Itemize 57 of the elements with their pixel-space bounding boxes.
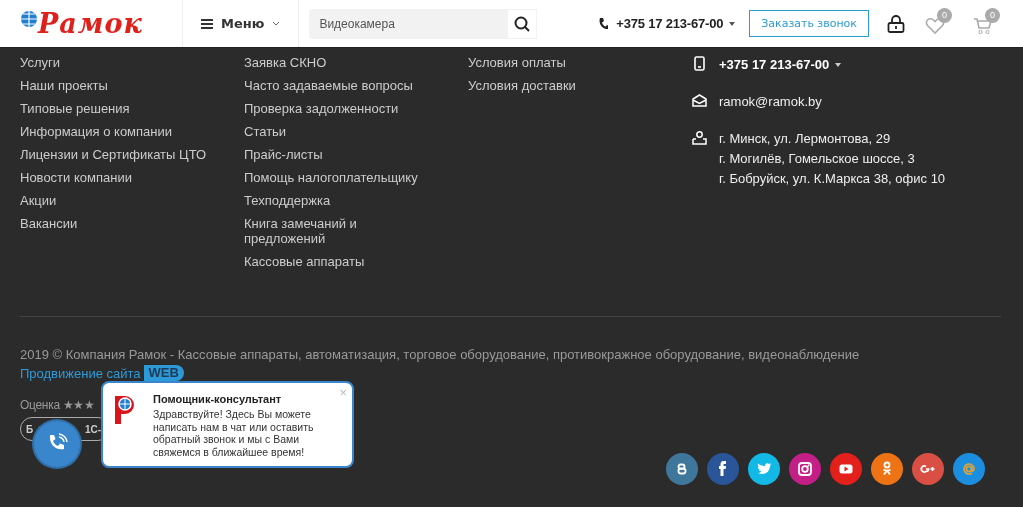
footer-link[interactable]: Наши проекты [20,78,208,93]
search-button[interactable] [507,8,538,39]
count-badge: 0 [985,7,1000,23]
call-button[interactable] [34,421,80,467]
footer-link[interactable]: Услуги [20,55,208,70]
footer-link[interactable]: Новости компании [20,170,208,185]
footer-link[interactable]: Акции [20,193,208,208]
footer-link[interactable]: Проверка задолженности [244,101,432,116]
web-badge: WEB [143,365,184,381]
twitter-icon[interactable] [748,453,780,485]
footer-link[interactable]: Статьи [244,124,432,139]
envelope-icon [692,93,707,108]
footer-link[interactable]: Условия доставки [468,78,656,93]
search-field[interactable]: Видеокамера [309,8,508,39]
footer-link[interactable]: Прайс-листы [244,147,432,162]
phone-number[interactable]: +375 17 213-67-00 [719,55,830,75]
copyright-text: 2019 © Компания Рамок - Кассовые аппараты, автоматизация, торговое оборудование, противокражное оборудование, видеонаблюдение [20,346,860,364]
footer-link[interactable]: Лицензии и Сертификаты ЦТО [20,147,208,162]
promo-link[interactable]: Продвижение сайта [20,365,141,381]
footer-link[interactable]: Заявка СКНО [244,55,432,70]
chevron-icon [272,20,281,27]
menu-button[interactable]: Меню [183,0,300,47]
caret-icon [729,21,736,26]
email-link[interactable]: ramok@ramok.by [719,92,822,112]
footer-link[interactable]: Часто задаваемые вопросы [244,78,432,93]
count-badge: 0 [937,7,952,23]
phone-number[interactable]: +375 17 213-67-00 [616,16,724,31]
youtube-icon[interactable] [830,453,862,485]
footer-link[interactable]: Типовые решения [20,101,208,116]
lock-icon[interactable] [887,14,905,33]
at-sign-icon[interactable] [953,453,985,485]
phone-icon [598,17,609,30]
footer-link[interactable]: Информация о компании [20,124,208,139]
instagram-icon[interactable] [789,453,821,485]
footer-link[interactable]: Условия оплаты [468,55,656,70]
odnoklassniki-icon[interactable] [871,453,903,485]
footer-link[interactable]: Техподдержка [244,193,432,208]
vk-icon[interactable] [666,453,698,485]
logo-text: Рамок [38,8,143,39]
location-pin-icon [692,130,707,145]
menu-icon [201,18,213,29]
google-plus-icon[interactable] [912,453,944,485]
popup-title: Помощник-консультант [153,393,283,405]
footer-link[interactable]: Помощь налогоплательщику [244,170,432,185]
address-text: г. Минск, ул. Лермонтова, 29 [719,130,891,148]
footer-link[interactable]: Вакансии [20,216,208,231]
footer-link[interactable]: Книга замечаний и предложений [244,216,432,246]
footer-link[interactable]: Кассовые аппараты [244,254,432,269]
address-text: г. Бобруйск, ул. К.Маркса 38, офис 10 [719,170,946,188]
address-text: г. Могилёв, Гомельское шоссе, 3 [719,150,915,168]
facebook-icon[interactable] [707,453,739,485]
caret-icon [835,63,842,67]
mobile-phone-icon [692,56,707,71]
rating-text: Оценка ★★★ [20,398,95,412]
logo[interactable]: Рамок [0,0,183,47]
search-icon [514,15,531,32]
popup-message: Здравствуйте! Здесь Вы можете написать нам в чат или оставить обратный звонок и мы с Вами свяжемся в ближайшее время! [153,408,315,458]
